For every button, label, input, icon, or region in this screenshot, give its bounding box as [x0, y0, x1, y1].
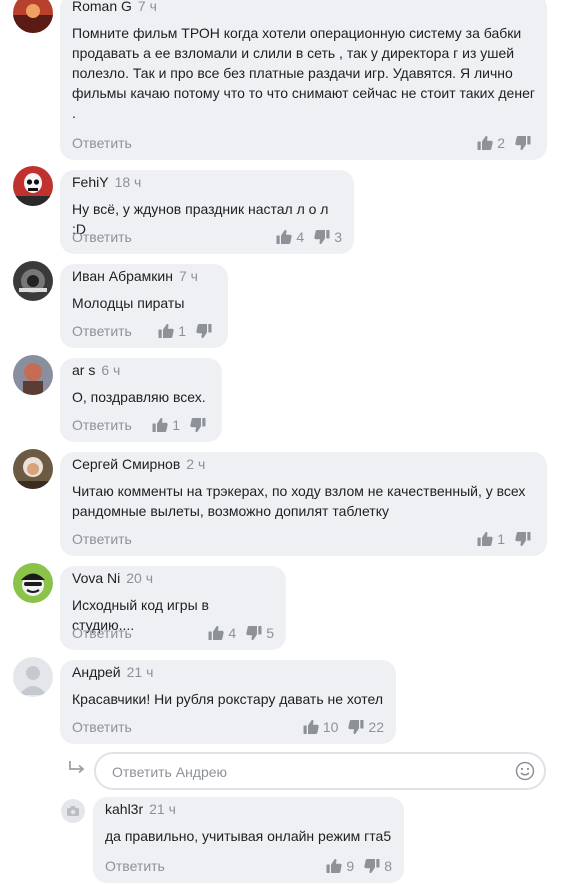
avatar[interactable] — [61, 799, 85, 823]
comment-author[interactable]: ar s — [72, 362, 95, 378]
dislike-button[interactable]: 8 — [364, 856, 392, 876]
comment-time: 21 ч — [149, 801, 176, 817]
avatar[interactable] — [13, 657, 53, 697]
like-count: 4 — [228, 625, 237, 641]
thumbs-up-icon — [477, 135, 493, 151]
dislike-button[interactable] — [196, 323, 216, 339]
thumbs-up-icon — [276, 229, 292, 245]
reply-button[interactable]: Ответить — [72, 717, 132, 737]
like-button[interactable]: 4 — [208, 623, 236, 643]
thumbs-down-icon — [246, 625, 262, 641]
comment-bubble: ar s 6 ч О, поздравляю всех. Ответить 1 — [60, 358, 222, 442]
dislike-button[interactable]: 5 — [246, 623, 274, 643]
like-count: 4 — [296, 229, 305, 245]
like-button[interactable]: 4 — [276, 227, 304, 247]
reply-button[interactable]: Ответить — [72, 321, 132, 341]
thumbs-down-icon — [364, 858, 380, 874]
dislike-button[interactable] — [190, 417, 210, 433]
like-button[interactable]: 1 — [152, 415, 180, 435]
comment-bubble: Vova Ni 20 ч Исходный код игры в студию..… — [60, 566, 286, 650]
dislike-count: 22 — [368, 719, 384, 735]
avatar[interactable] — [13, 449, 53, 489]
reply-button[interactable]: Ответить — [72, 415, 132, 435]
comment-text: Красавчики! Ни рубля рокстару давать не … — [72, 691, 383, 707]
thumbs-up-icon — [303, 719, 319, 735]
thumbs-down-icon — [515, 135, 531, 151]
thumbs-down-icon — [196, 323, 212, 339]
like-count: 10 — [322, 719, 339, 735]
comment-bubble: kahl3r 21 ч да правильно, учитывая онлайн… — [93, 797, 404, 883]
comment-author[interactable]: Андрей — [72, 664, 121, 680]
smile-icon[interactable] — [515, 761, 535, 781]
comment-bubble: Сергей Смирнов 2 ч Читаю комменты на трэк… — [60, 452, 547, 556]
like-button[interactable]: 9 — [326, 856, 354, 876]
dislike-count: 3 — [334, 229, 342, 245]
comment-text: Читаю комменты на трэкерах, по ходу взло… — [72, 483, 526, 519]
dislike-count: 8 — [384, 858, 392, 874]
comment-author[interactable]: Roman G — [72, 0, 132, 14]
dislike-count: 5 — [266, 625, 274, 641]
comment-time: 7 ч — [137, 0, 157, 14]
avatar[interactable] — [13, 0, 53, 33]
avatar[interactable] — [13, 166, 53, 206]
comment-bubble: FehiY 18 ч Ну всё, у ждунов праздник наст… — [60, 170, 354, 254]
like-button[interactable]: 2 — [477, 133, 505, 153]
avatar[interactable] — [13, 563, 53, 603]
thumbs-down-icon — [190, 417, 206, 433]
like-count: 1 — [172, 417, 180, 433]
thumbs-up-icon — [152, 417, 168, 433]
reply-arrow-icon — [69, 761, 85, 774]
like-button[interactable]: 1 — [158, 321, 186, 341]
like-button[interactable]: 10 — [303, 717, 339, 737]
like-count: 2 — [497, 135, 505, 151]
comment-time: 6 ч — [101, 362, 121, 378]
comment-time: 21 ч — [126, 664, 154, 680]
comment-bubble: Roman G 7 ч Помните фильм ТРОН когда хоте… — [60, 0, 547, 160]
like-button[interactable]: 1 — [477, 529, 505, 549]
thumbs-down-icon — [348, 719, 364, 735]
thumbs-down-icon — [314, 229, 330, 245]
comment-text: О, поздравляю всех. — [72, 389, 206, 405]
thumbs-down-icon — [515, 531, 531, 547]
like-count: 1 — [497, 531, 505, 547]
reply-button[interactable]: Ответить — [72, 529, 132, 549]
comment-text: Помните фильм ТРОН когда хотели операцио… — [72, 25, 535, 121]
reply-input[interactable] — [110, 761, 494, 783]
like-count: 9 — [346, 858, 355, 874]
reply-button[interactable]: Ответить — [72, 623, 132, 643]
comment-time: 7 ч — [178, 268, 198, 284]
comment-time: 2 ч — [186, 456, 206, 472]
comment-bubble: Иван Абрамкин 7 ч Молодцы пираты Ответить… — [60, 264, 228, 348]
reply-button[interactable]: Ответить — [72, 227, 132, 247]
dislike-button[interactable] — [515, 531, 535, 547]
dislike-button[interactable]: 22 — [348, 717, 384, 737]
reply-button[interactable]: Ответить — [72, 133, 132, 153]
comment-author[interactable]: Иван Абрамкин — [72, 268, 173, 284]
avatar[interactable] — [13, 355, 53, 395]
reply-button[interactable]: Ответить — [105, 856, 165, 876]
thumbs-up-icon — [208, 625, 224, 641]
comment-time: 20 ч — [126, 570, 154, 586]
comment-author[interactable]: FehiY — [72, 174, 109, 190]
thumbs-up-icon — [326, 858, 342, 874]
avatar[interactable] — [13, 261, 53, 301]
dislike-button[interactable] — [515, 135, 535, 151]
comment-time: 18 ч — [114, 174, 142, 190]
comment-author[interactable]: kahl3r — [105, 801, 143, 817]
comment-bubble: Андрей 21 ч Красавчики! Ни рубля рокстару… — [60, 660, 396, 744]
thumbs-up-icon — [158, 323, 174, 339]
like-count: 1 — [178, 323, 186, 339]
comment-text: Молодцы пираты — [72, 295, 185, 311]
comment-author[interactable]: Сергей Смирнов — [72, 456, 180, 472]
dislike-button[interactable]: 3 — [314, 227, 342, 247]
reply-input-box[interactable] — [94, 752, 546, 790]
comment-author[interactable]: Vova Ni — [72, 570, 120, 586]
thumbs-up-icon — [477, 531, 493, 547]
comment-text: да правильно, учитывая онлайн режим гта5 — [105, 828, 392, 844]
